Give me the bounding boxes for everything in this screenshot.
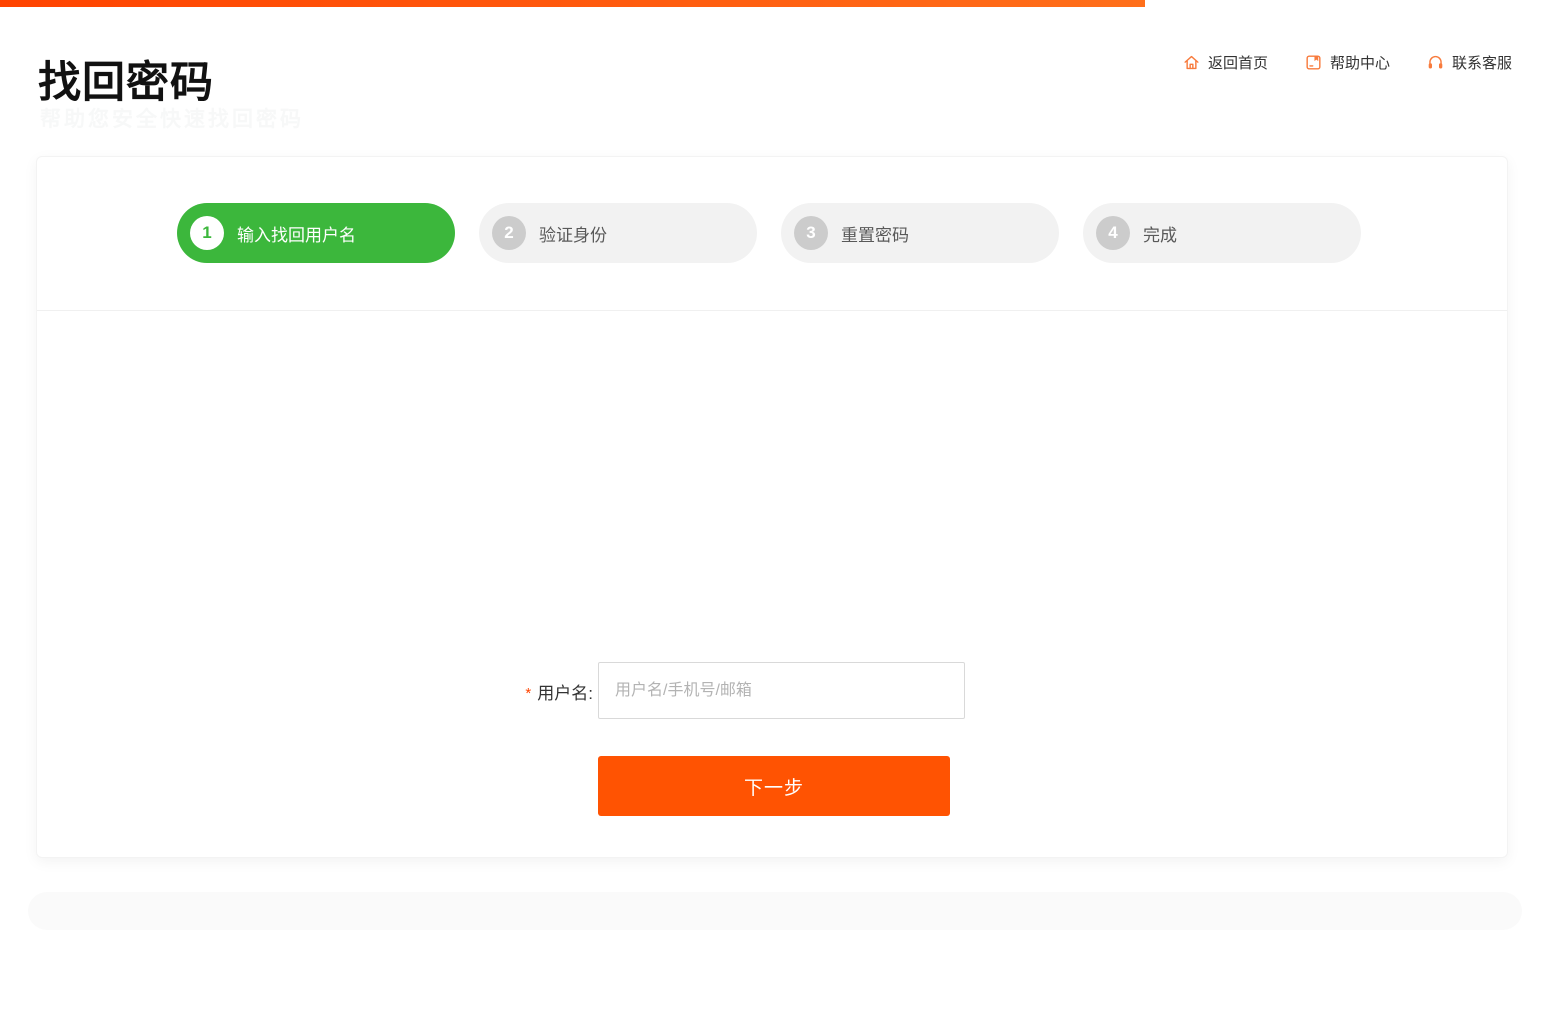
header-links: 返回首页 帮助中心 联系客服 <box>1182 52 1512 73</box>
help-center-icon <box>1304 53 1323 72</box>
username-label: * 用户名: <box>525 679 593 704</box>
header-link-label: 帮助中心 <box>1330 52 1390 73</box>
header-link-service[interactable]: 联系客服 <box>1426 52 1512 73</box>
recovery-card: 1 输入找回用户名 2 验证身份 3 重置密码 4 完成 * 用户名: 下一步 <box>36 156 1508 858</box>
home-icon <box>1182 53 1201 72</box>
header-link-label: 返回首页 <box>1208 52 1268 73</box>
header-link-home[interactable]: 返回首页 <box>1182 52 1268 73</box>
username-input[interactable] <box>598 662 965 719</box>
step-number-badge: 3 <box>794 216 828 250</box>
step-number-badge: 2 <box>492 216 526 250</box>
header-link-label: 联系客服 <box>1452 52 1512 73</box>
step-2-pill: 2 验证身份 <box>479 203 757 263</box>
ghost-subtitle: 帮助您安全快速找回密码 <box>40 103 304 133</box>
step-number-badge: 4 <box>1096 216 1130 250</box>
header-link-help[interactable]: 帮助中心 <box>1304 52 1390 73</box>
page-title: 找回密码 <box>38 48 214 110</box>
username-label-text: 用户名: <box>537 684 593 703</box>
headset-icon <box>1426 53 1445 72</box>
step-3-pill: 3 重置密码 <box>781 203 1059 263</box>
loading-progress-bar <box>0 0 1145 7</box>
step-label: 重置密码 <box>841 221 909 246</box>
next-step-button[interactable]: 下一步 <box>598 756 950 816</box>
step-4-pill: 4 完成 <box>1083 203 1361 263</box>
recovery-form: * 用户名: 下一步 <box>37 311 1507 857</box>
step-label: 完成 <box>1143 221 1177 246</box>
step-number-badge: 1 <box>190 216 224 250</box>
footer-ghost-band <box>28 892 1522 930</box>
step-label: 验证身份 <box>539 221 607 246</box>
required-asterisk: * <box>525 685 531 702</box>
step-1-pill: 1 输入找回用户名 <box>177 203 455 263</box>
step-label: 输入找回用户名 <box>237 221 356 246</box>
steps-bar: 1 输入找回用户名 2 验证身份 3 重置密码 4 完成 <box>37 157 1507 311</box>
